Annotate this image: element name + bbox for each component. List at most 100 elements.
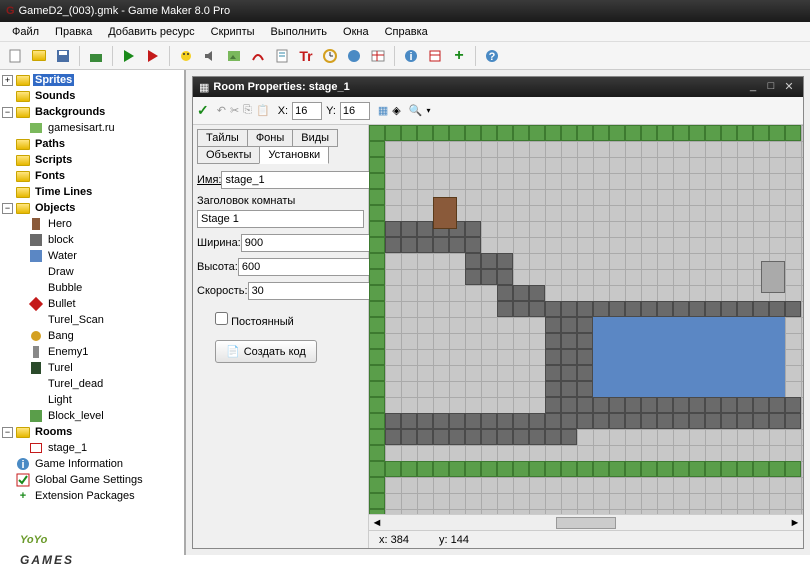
tree-obj-blocklevel[interactable]: Block_level (46, 410, 106, 422)
create-code-button[interactable]: 📄Создать код (215, 340, 317, 363)
caption-input[interactable] (197, 210, 364, 228)
tree-obj-turel[interactable]: Turel (46, 362, 75, 374)
tree-obj-turelscan[interactable]: Turel_Scan (46, 314, 106, 326)
room-canvas[interactable] (369, 125, 803, 514)
horizontal-scrollbar[interactable]: ◄► (369, 514, 803, 530)
info-icon[interactable]: i (400, 45, 422, 67)
tree-obj-tureldead[interactable]: Turel_dead (46, 378, 105, 390)
speed-label: Скорость: (197, 285, 248, 297)
cut-icon[interactable]: ✂ (230, 104, 239, 117)
check-icon (15, 473, 31, 487)
add-script-icon[interactable] (271, 45, 293, 67)
grid-icon[interactable]: ▦ (378, 104, 388, 117)
save-icon[interactable] (52, 45, 74, 67)
extensions-icon[interactable]: + (448, 45, 470, 67)
tree-obj-draw[interactable]: Draw (46, 266, 76, 278)
tree-gameinfo[interactable]: Game Information (33, 458, 125, 470)
resource-tree[interactable]: + Sprites Sounds − Backgrounds gamesisart.… (0, 70, 186, 555)
menu-run[interactable]: Выполнить (263, 24, 335, 40)
iso-icon[interactable]: ◈ (392, 104, 400, 117)
room-icon: ▦ (199, 81, 209, 94)
add-path-icon[interactable] (247, 45, 269, 67)
tree-rooms[interactable]: Rooms (33, 426, 74, 438)
minimize-icon[interactable]: _ (745, 80, 761, 94)
add-object-icon[interactable] (343, 45, 365, 67)
tab-objects[interactable]: Объекты (197, 146, 260, 164)
help-icon[interactable]: ? (481, 45, 503, 67)
yoyo-logo: YoYo GAMES (20, 527, 74, 569)
status-x: x: 384 (379, 534, 409, 546)
tree-room-stage1[interactable]: stage_1 (46, 442, 89, 454)
add-font-icon[interactable]: Tr (295, 45, 317, 67)
add-background-icon[interactable] (223, 45, 245, 67)
tab-backgrounds[interactable]: Фоны (247, 129, 293, 147)
settings-icon[interactable] (424, 45, 446, 67)
hero-sprite[interactable] (433, 197, 457, 229)
publish-icon[interactable] (85, 45, 107, 67)
copy-icon[interactable]: ⎘ (243, 104, 252, 117)
menu-add-resource[interactable]: Добавить ресурс (100, 24, 202, 40)
tree-settings[interactable]: Global Game Settings (33, 474, 145, 486)
add-sprite-icon[interactable] (175, 45, 197, 67)
run-icon[interactable] (118, 45, 140, 67)
dropdown-icon[interactable]: ▾ (426, 106, 430, 115)
width-label: Ширина: (197, 237, 241, 249)
tree-obj-bubble[interactable]: Bubble (46, 282, 84, 294)
tree-obj-light[interactable]: Light (46, 394, 74, 406)
zoom-icon[interactable]: 🔍 (409, 104, 423, 117)
confirm-icon[interactable]: ✓ (197, 102, 209, 119)
tree-obj-bang[interactable]: Bang (46, 330, 76, 342)
menu-windows[interactable]: Окна (335, 24, 377, 40)
tree-obj-water[interactable]: Water (46, 250, 79, 262)
add-sound-icon[interactable] (199, 45, 221, 67)
room-window-title: Room Properties: stage_1 (213, 81, 743, 93)
tree-scripts[interactable]: Scripts (33, 154, 74, 166)
tree-bg-item[interactable]: gamesisart.ru (46, 122, 117, 134)
collapse-icon[interactable]: − (2, 427, 13, 438)
tree-paths[interactable]: Paths (33, 138, 67, 150)
paste-icon[interactable]: 📋 (256, 104, 270, 117)
menu-help[interactable]: Справка (377, 24, 436, 40)
snap-y-input[interactable] (340, 102, 370, 120)
menubar: Файл Правка Добавить ресурс Скрипты Выпо… (0, 22, 810, 42)
info-icon: i (15, 457, 31, 471)
maximize-icon[interactable]: □ (763, 80, 779, 94)
add-timeline-icon[interactable] (319, 45, 341, 67)
plus-icon: + (15, 489, 31, 503)
height-label: Высота: (197, 261, 238, 273)
tree-obj-bullet[interactable]: Bullet (46, 298, 78, 310)
open-icon[interactable] (28, 45, 50, 67)
tree-timelines[interactable]: Time Lines (33, 186, 94, 198)
name-label: Имя: (197, 174, 221, 186)
tree-obj-enemy1[interactable]: Enemy1 (46, 346, 90, 358)
tree-fonts[interactable]: Fonts (33, 170, 67, 182)
tree-obj-hero[interactable]: Hero (46, 218, 74, 230)
debug-icon[interactable] (142, 45, 164, 67)
tree-ext[interactable]: Extension Packages (33, 490, 137, 502)
svg-text:?: ? (489, 51, 496, 63)
snap-x-input[interactable] (292, 102, 322, 120)
expand-icon[interactable]: + (2, 75, 13, 86)
new-icon[interactable] (4, 45, 26, 67)
name-input[interactable] (221, 171, 371, 189)
menu-scripts[interactable]: Скрипты (203, 24, 263, 40)
tab-settings[interactable]: Установки (259, 146, 329, 164)
height-input[interactable] (238, 258, 388, 276)
undo-icon[interactable]: ↶ (217, 104, 226, 117)
collapse-icon[interactable]: − (2, 203, 13, 214)
persistent-checkbox[interactable] (215, 312, 228, 325)
enemy-sprite[interactable] (761, 261, 785, 293)
add-room-icon[interactable] (367, 45, 389, 67)
collapse-icon[interactable]: − (2, 107, 13, 118)
menu-edit[interactable]: Правка (47, 24, 100, 40)
tree-sounds[interactable]: Sounds (33, 90, 77, 102)
snap-x-label: X: (278, 105, 288, 117)
tree-obj-block[interactable]: block (46, 234, 76, 246)
tree-backgrounds[interactable]: Backgrounds (33, 106, 107, 118)
menu-file[interactable]: Файл (4, 24, 47, 40)
tab-views[interactable]: Виды (292, 129, 338, 147)
tab-tiles[interactable]: Тайлы (197, 129, 248, 147)
tree-sprites[interactable]: Sprites (33, 74, 74, 86)
close-icon[interactable]: ✕ (781, 80, 797, 94)
tree-objects[interactable]: Objects (33, 202, 77, 214)
